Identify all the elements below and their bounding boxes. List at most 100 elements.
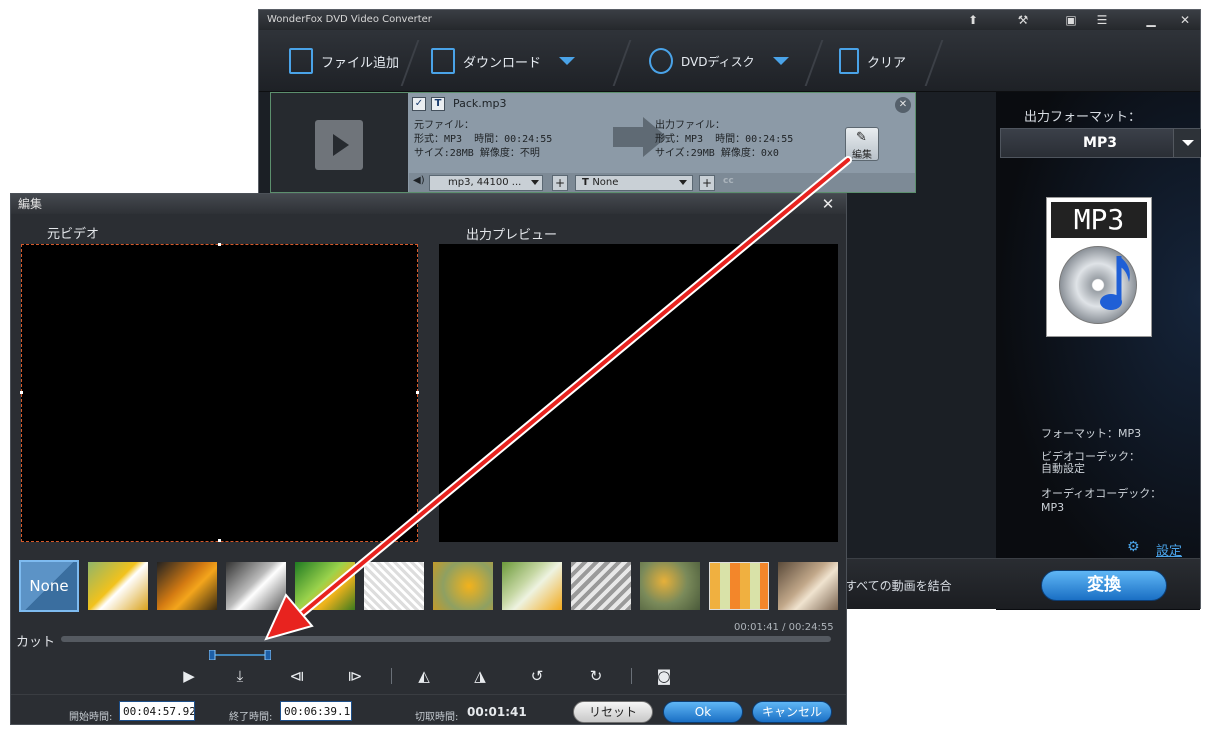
cc-icon[interactable]: cc	[723, 176, 734, 186]
add-file-label: ファイル追加	[321, 55, 400, 71]
toolbar-separator	[924, 40, 944, 86]
chevron-down-icon[interactable]	[531, 180, 539, 185]
clear-label: クリア	[867, 55, 907, 71]
time-readout: 00:01:41 / 00:24:55	[734, 622, 834, 633]
crop-handle[interactable]	[416, 391, 419, 394]
format-info: フォーマット：MP3	[1041, 427, 1142, 440]
subtitle-select[interactable]: T None	[575, 175, 693, 191]
output-format-label: 出力フォーマット：	[1024, 110, 1142, 125]
chevron-down-icon[interactable]	[772, 57, 789, 65]
source-video-pane[interactable]	[20, 243, 419, 542]
file-name: Pack.mp3	[453, 97, 507, 110]
cut-time-value: 00:01:41	[467, 705, 527, 719]
chat-icon[interactable]: ▣	[1057, 10, 1085, 30]
chevron-down-icon[interactable]	[1173, 129, 1201, 157]
filter-grayscale[interactable]	[226, 562, 286, 610]
mark-in-icon[interactable]: ⧏	[287, 666, 307, 686]
output-format-line: 形式：MP3 時間：00:24:55	[655, 134, 794, 145]
filter-blur[interactable]	[433, 562, 493, 610]
mark-out-icon[interactable]: ⧐	[345, 666, 365, 686]
minimize-button[interactable]: ▁	[1137, 10, 1165, 30]
music-file-icon	[315, 120, 363, 170]
settings-link[interactable]: 設定	[1156, 540, 1182, 559]
filter-green-tint[interactable]	[295, 562, 355, 610]
start-time-input[interactable]	[119, 701, 195, 721]
chevron-down-icon[interactable]	[679, 180, 687, 185]
filter-sketch[interactable]	[364, 562, 424, 610]
format-select[interactable]: MP3	[1000, 128, 1201, 158]
download-icon	[431, 48, 455, 74]
source-video-label: 元ビデオ	[47, 227, 100, 242]
audio-track-value: mp3, 44100 ...	[448, 177, 522, 188]
add-file-icon	[289, 48, 313, 74]
edit-button-label: 編集	[852, 150, 872, 161]
play-icon[interactable]: ▶	[179, 666, 199, 686]
download-button[interactable]: ダウンロード	[431, 30, 576, 92]
upload-icon[interactable]: ⬆	[959, 10, 987, 30]
tools-icon[interactable]: ⚒	[1009, 10, 1037, 30]
output-preview-label: 出力プレビュー	[466, 228, 558, 243]
reset-button[interactable]: リセット	[573, 701, 653, 723]
output-size-line: サイズ:29MB 解像度：0x0	[655, 148, 779, 159]
close-icon[interactable]: ✕	[817, 194, 839, 214]
filter-emboss[interactable]	[571, 562, 631, 610]
video-codec-value: 自動設定	[1041, 462, 1085, 475]
mp3-format-icon[interactable]: MP3	[1046, 197, 1152, 337]
crop-handle[interactable]	[20, 391, 23, 394]
filter-strip: None	[19, 560, 839, 612]
close-button[interactable]: ✕	[1171, 10, 1199, 30]
source-format-line: 形式：MP3 時間：00:24:55	[414, 134, 553, 145]
add-subtitle-button[interactable]: +	[699, 175, 715, 191]
rename-icon[interactable]: T	[431, 97, 445, 111]
end-time-input[interactable]	[280, 701, 352, 721]
list-icon[interactable]: ☰	[1088, 10, 1116, 30]
edit-dialog-footer: 開始時間: 終了時間: 切取時間: 00:01:41 リセット Ok キャンセル	[11, 694, 846, 724]
file-checkbox[interactable]: ✓	[412, 97, 426, 111]
trash-icon	[839, 48, 859, 74]
rotate-right-icon[interactable]: ↻	[586, 666, 606, 686]
control-separator	[631, 668, 632, 684]
file-item[interactable]: ✓ T Pack.mp3 元ファイル： 形式：MP3 時間：00:24:55 サ…	[270, 92, 916, 193]
filter-butterfly[interactable]	[502, 562, 562, 610]
crop-handle[interactable]	[218, 539, 221, 542]
output-format-panel: 出力フォーマット： MP3 MP3 フォーマット：MP3 ビデオコーデック： 自…	[996, 92, 1201, 610]
rotate-left-icon[interactable]: ↺	[527, 666, 547, 686]
snapshot-icon[interactable]: ◙	[654, 666, 674, 686]
output-header: 出力ファイル：	[655, 120, 725, 131]
dvd-disc-button[interactable]: DVDディスク	[649, 30, 789, 92]
gear-icon[interactable]: ⚙	[1127, 539, 1140, 555]
source-header: 元ファイル：	[414, 120, 474, 131]
filter-sepia[interactable]	[778, 562, 838, 610]
music-note-icon	[1100, 256, 1130, 310]
filter-mosaic[interactable]	[709, 562, 769, 610]
cut-timeline[interactable]	[61, 636, 831, 642]
ok-button[interactable]: Ok	[663, 701, 743, 723]
filter-dark-flower[interactable]	[157, 562, 217, 610]
crop-handle[interactable]	[218, 243, 221, 246]
audio-codec-value: MP3	[1041, 501, 1065, 514]
chevron-down-icon[interactable]	[559, 57, 576, 65]
mp3-icon-label: MP3	[1051, 202, 1147, 238]
filter-yellow-flower[interactable]	[88, 562, 148, 610]
edit-button[interactable]: ✎ 編集	[845, 127, 879, 161]
source-size-line: サイズ:28MB 解像度：不明	[414, 148, 540, 159]
start-time-label: 開始時間:	[69, 712, 113, 723]
add-audio-button[interactable]: +	[552, 175, 568, 191]
end-time-label: 終了時間:	[229, 712, 273, 723]
clear-button[interactable]: クリア	[839, 30, 906, 92]
flip-vertical-icon[interactable]: ◮	[470, 666, 490, 686]
filter-none[interactable]: None	[19, 560, 79, 612]
audio-codec-label: オーディオコーデック：	[1041, 487, 1162, 500]
disc-icon	[649, 48, 673, 74]
set-start-icon[interactable]: ⤓	[230, 666, 250, 686]
pencil-icon: ✎	[856, 130, 867, 145]
add-file-button[interactable]: ファイル追加	[289, 30, 399, 92]
remove-item-icon[interactable]: ✕	[895, 97, 911, 113]
cancel-button[interactable]: キャンセル	[752, 701, 832, 723]
main-toolbar: ファイル追加 ダウンロード DVDディスク クリア	[259, 30, 1200, 92]
filter-noise[interactable]	[640, 562, 700, 610]
flip-horizontal-icon[interactable]: ◭	[414, 666, 434, 686]
audio-track-select[interactable]: mp3, 44100 ...	[429, 175, 543, 191]
cut-range[interactable]	[209, 650, 271, 660]
convert-button[interactable]: 変換	[1041, 570, 1167, 601]
